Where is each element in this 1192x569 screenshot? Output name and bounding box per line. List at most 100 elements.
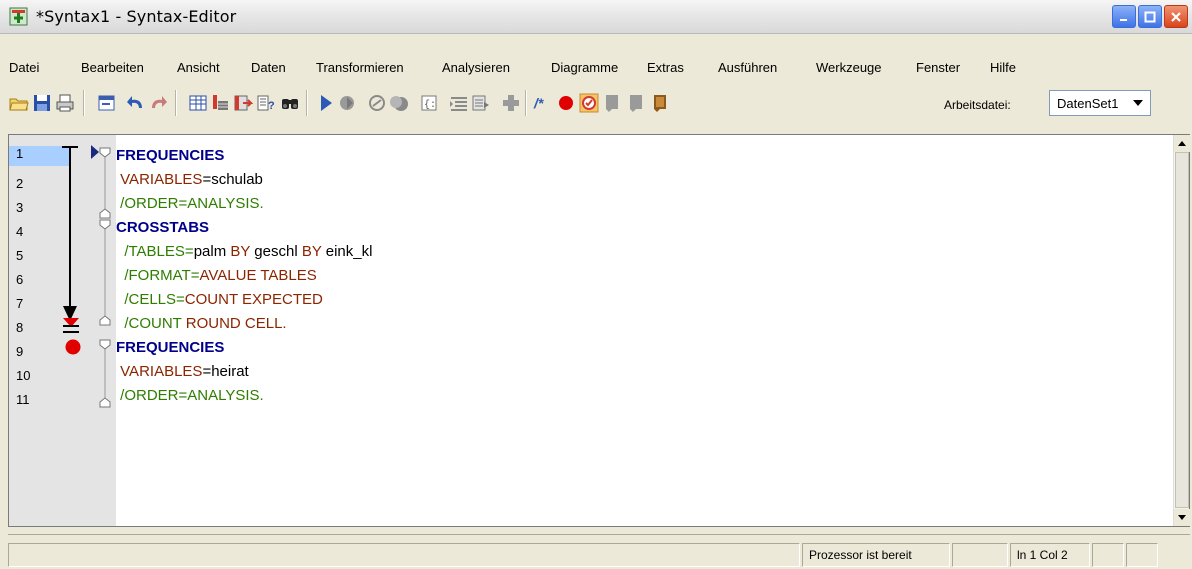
code-token: /ORDER=ANALYSIS. bbox=[116, 195, 264, 212]
code-token: BY bbox=[301, 243, 322, 260]
line-number: 2 bbox=[16, 176, 24, 191]
status-bar: Prozessor ist bereit ln 1 Col 2 bbox=[0, 541, 1192, 569]
line-number: 11 bbox=[16, 392, 30, 407]
editor-gutter[interactable]: 1 2 3 4 5 6 7 8 9 10 11 bbox=[9, 135, 116, 526]
use-sets-icon[interactable]: ? bbox=[256, 93, 276, 113]
line-number: 7 bbox=[16, 296, 24, 311]
line-number: 3 bbox=[16, 200, 24, 215]
window-title: *Syntax1 - Syntax-Editor bbox=[36, 7, 237, 26]
code-token: /CELLS= bbox=[116, 291, 185, 308]
code-token: FREQUENCIES bbox=[116, 339, 225, 356]
title-bar: *Syntax1 - Syntax-Editor bbox=[0, 0, 1192, 34]
breakpoint-icon[interactable] bbox=[556, 93, 576, 113]
run-selection-icon[interactable] bbox=[316, 93, 336, 113]
print-icon[interactable] bbox=[55, 93, 75, 113]
vertical-scrollbar[interactable] bbox=[1173, 135, 1190, 526]
menu-fenster[interactable]: Fenster bbox=[916, 60, 960, 75]
menu-analysieren[interactable]: Analysieren bbox=[442, 60, 510, 75]
open-folder-icon[interactable] bbox=[9, 93, 29, 113]
outdent-icon[interactable] bbox=[471, 93, 491, 113]
code-area[interactable]: FREQUENCIES VARIABLES=schulab /ORDER=ANA… bbox=[116, 135, 1176, 526]
code-token: eink_kl bbox=[321, 243, 373, 260]
scroll-up-icon bbox=[1178, 141, 1186, 146]
validate-icon[interactable] bbox=[579, 93, 599, 113]
line-number: 8 bbox=[16, 320, 24, 335]
menu-ausfuehren[interactable]: Ausführen bbox=[718, 60, 777, 75]
toolbar: ? {: /* Arbeitsdatei: DatenSet1 bbox=[0, 82, 1192, 122]
stop-icon[interactable] bbox=[337, 93, 357, 113]
scrollbar-thumb[interactable] bbox=[1175, 152, 1189, 508]
editor-bottom-border bbox=[8, 527, 1190, 535]
toggle-breakpoint-icon[interactable] bbox=[367, 93, 387, 113]
redo-icon[interactable] bbox=[148, 93, 168, 113]
menu-transformieren[interactable]: Transformieren bbox=[316, 60, 404, 75]
line-number: 5 bbox=[16, 248, 24, 263]
active-dataset-select[interactable]: DatenSet1 bbox=[1049, 90, 1151, 116]
spss-syntax-app-icon bbox=[9, 7, 28, 26]
cursor-position: ln 1 Col 2 bbox=[1010, 543, 1090, 567]
code-token: =schulab bbox=[202, 171, 263, 188]
menu-werkzeuge[interactable]: Werkzeuge bbox=[816, 60, 882, 75]
undo-icon[interactable] bbox=[126, 93, 146, 113]
bookmark-prev-icon[interactable] bbox=[650, 93, 670, 113]
line-number: 4 bbox=[16, 224, 24, 239]
code-token: /TABLES= bbox=[116, 243, 194, 260]
code-line: /CELLS=COUNT EXPECTED bbox=[116, 291, 323, 308]
toolbar-separator bbox=[525, 90, 527, 116]
menu-ansicht[interactable]: Ansicht bbox=[177, 60, 220, 75]
syntax-editor[interactable]: 1 2 3 4 5 6 7 8 9 10 11 FREQUENCIES VARI… bbox=[8, 134, 1190, 527]
breakpoint-marker-icon[interactable] bbox=[64, 338, 82, 356]
code-token: ROUND CELL. bbox=[185, 315, 287, 332]
bookmark-icon[interactable] bbox=[602, 93, 622, 113]
menu-daten[interactable]: Daten bbox=[251, 60, 286, 75]
dialog-recall-icon[interactable] bbox=[97, 93, 117, 113]
menu-bar: Datei Bearbeiten Ansicht Daten Transform… bbox=[0, 60, 1192, 78]
add-icon[interactable] bbox=[501, 93, 521, 113]
code-token: FREQUENCIES bbox=[116, 147, 225, 164]
minimize-button[interactable] bbox=[1112, 5, 1136, 28]
active-dataset-value: DatenSet1 bbox=[1057, 95, 1119, 111]
code-token: BY bbox=[230, 243, 251, 260]
scroll-down-icon bbox=[1178, 515, 1186, 520]
step-icon[interactable]: {: bbox=[419, 93, 439, 113]
goto-variable-icon[interactable] bbox=[210, 93, 230, 113]
line-number: 6 bbox=[16, 272, 24, 287]
code-line: VARIABLES=heirat bbox=[116, 363, 249, 380]
goto-case-icon[interactable] bbox=[188, 93, 208, 113]
save-icon[interactable] bbox=[32, 93, 52, 113]
scroll-up-button[interactable] bbox=[1174, 135, 1190, 152]
toolbar-separator bbox=[83, 90, 85, 116]
variables-icon[interactable] bbox=[233, 93, 254, 113]
status-cell-empty bbox=[952, 543, 1008, 567]
menu-diagramme[interactable]: Diagramme bbox=[551, 60, 618, 75]
code-line: /ORDER=ANALYSIS. bbox=[116, 387, 264, 404]
menu-bearbeiten[interactable]: Bearbeiten bbox=[81, 60, 144, 75]
code-line: /TABLES=palm BY geschl BY eink_kl bbox=[116, 243, 372, 260]
bookmark-next-icon[interactable] bbox=[626, 93, 646, 113]
close-icon bbox=[1171, 11, 1181, 22]
code-token: VARIABLES bbox=[116, 363, 203, 380]
toolbar-separator bbox=[175, 90, 177, 116]
menu-hilfe[interactable]: Hilfe bbox=[990, 60, 1016, 75]
close-button[interactable] bbox=[1164, 5, 1188, 28]
menu-datei[interactable]: Datei bbox=[9, 60, 39, 75]
code-token: CROSSTABS bbox=[116, 219, 210, 236]
code-line: FREQUENCIES bbox=[116, 339, 224, 356]
svg-text:?: ? bbox=[268, 100, 275, 112]
status-cell-empty bbox=[1092, 543, 1124, 567]
menu-extras[interactable]: Extras bbox=[647, 60, 684, 75]
scroll-down-button[interactable] bbox=[1174, 509, 1190, 526]
maximize-button[interactable] bbox=[1138, 5, 1162, 28]
comment-icon[interactable]: /* bbox=[533, 93, 553, 113]
clear-breakpoints-icon[interactable] bbox=[389, 93, 409, 113]
svg-text:/*: /* bbox=[533, 95, 544, 111]
code-token: AVALUE TABLES bbox=[199, 267, 317, 284]
code-line: /COUNT ROUND CELL. bbox=[116, 315, 287, 332]
code-token: VARIABLES bbox=[116, 171, 203, 188]
code-line: /ORDER=ANALYSIS. bbox=[116, 195, 264, 212]
line-number: 9 bbox=[16, 344, 24, 359]
indent-icon[interactable] bbox=[449, 93, 469, 113]
code-token: /FORMAT= bbox=[116, 267, 200, 284]
processor-status: Prozessor ist bereit bbox=[802, 543, 950, 567]
find-icon[interactable] bbox=[280, 93, 300, 113]
